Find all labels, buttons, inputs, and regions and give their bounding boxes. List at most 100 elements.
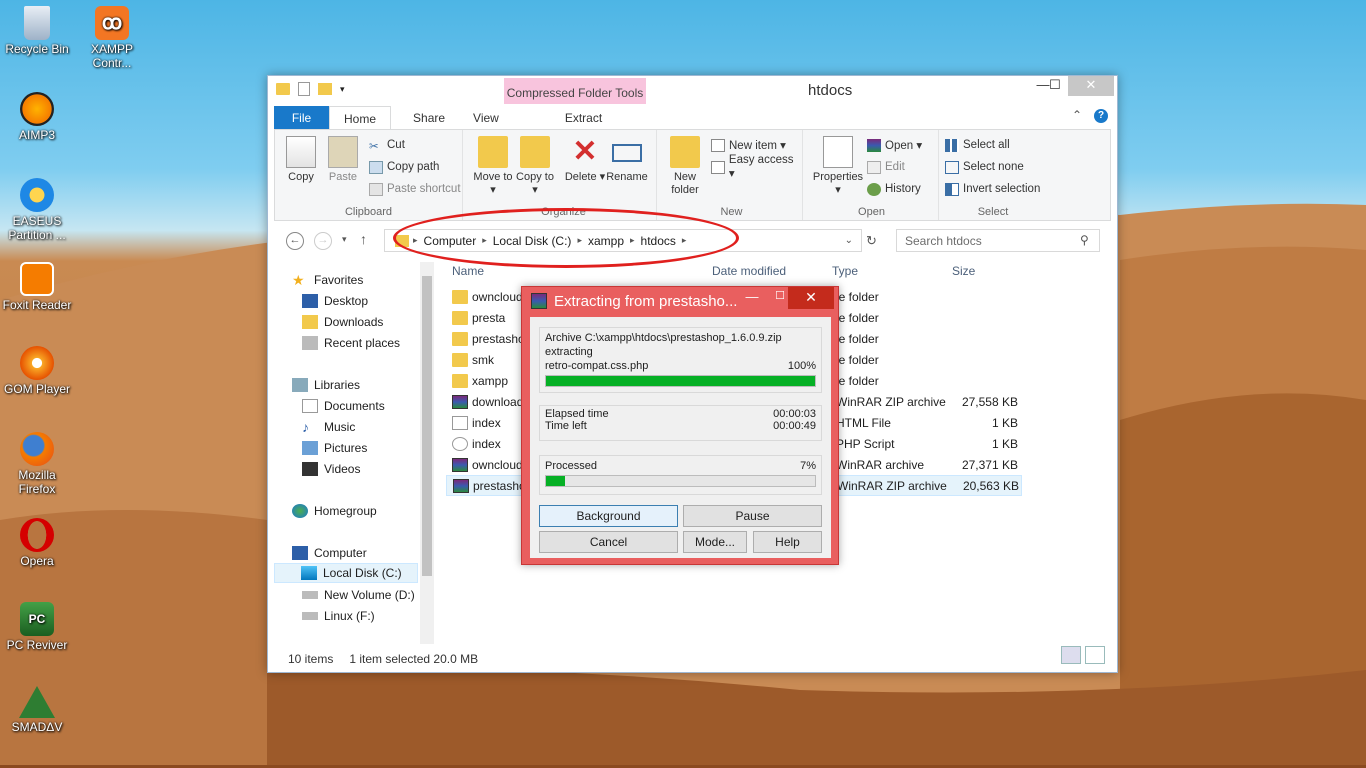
new-folder-button[interactable]: New folder <box>663 136 707 197</box>
folder-icon <box>452 352 468 367</box>
tab-home[interactable]: Home <box>329 106 392 130</box>
new-item-button[interactable]: New item ▾ <box>711 136 786 154</box>
select-none-button[interactable]: Select none <box>945 158 1024 176</box>
collapse-ribbon-icon[interactable]: ⌃ <box>1072 108 1082 122</box>
nav-documents[interactable]: Documents <box>302 396 385 416</box>
pause-button[interactable]: Pause <box>683 505 822 527</box>
elapsed-label: Elapsed time <box>545 408 609 420</box>
close-button[interactable]: ✕ <box>1068 76 1114 96</box>
maximize-button[interactable]: ☐ <box>1038 76 1072 96</box>
history-button[interactable]: History <box>867 180 921 198</box>
folder-icon <box>452 373 468 388</box>
total-progress-bar <box>545 475 816 487</box>
nav-new-volume[interactable]: New Volume (D:) <box>302 585 415 605</box>
nav-videos[interactable]: Videos <box>302 459 360 479</box>
desktop-icon-label: EASEUS Partition ... <box>8 214 66 242</box>
scrollbar-thumb[interactable] <box>422 276 432 576</box>
desktop-icon-firefox[interactable]: Mozilla Firefox <box>0 432 74 496</box>
status-bar: 10 items 1 item selected 20.0 MB <box>288 652 478 666</box>
maximize-button[interactable]: ☐ <box>770 289 790 302</box>
open-group: Properties ▾ Open ▾ Edit History Open <box>805 130 939 220</box>
tab-extract[interactable]: Extract <box>551 106 627 130</box>
nav-libraries[interactable]: Libraries <box>292 375 360 395</box>
tab-share[interactable]: Share <box>399 106 459 130</box>
file-type: le folder <box>836 289 879 304</box>
tab-view[interactable]: View <box>459 106 513 130</box>
customize-toolbar-icon[interactable]: ▾ <box>340 84 345 95</box>
invert-selection-button[interactable]: Invert selection <box>945 180 1040 198</box>
up-button[interactable]: ↑ <box>360 231 367 247</box>
nav-music[interactable]: ♪ Music <box>302 417 355 437</box>
folder-icon[interactable] <box>276 83 290 95</box>
paste-shortcut-button[interactable]: Paste shortcut <box>369 180 461 198</box>
file-name: presta <box>472 310 506 325</box>
column-name[interactable]: Name <box>452 264 484 278</box>
desktop-icon-recycle-bin[interactable]: Recycle Bin <box>0 6 74 56</box>
desktop-icon-xampp[interactable]: ꝏ XAMPP Contr... <box>75 6 149 70</box>
edit-icon <box>867 160 881 174</box>
ribbon: Copy Paste ✂ Cut Copy path Paste shortcu… <box>274 129 1111 221</box>
mode-button[interactable]: Mode... <box>683 531 747 553</box>
copy-button[interactable]: Copy <box>279 136 323 184</box>
desktop-icon-easeus[interactable]: EASEUS Partition ... <box>0 178 74 242</box>
action-label: extracting <box>545 346 593 358</box>
properties-icon[interactable] <box>298 82 310 96</box>
desktop-icon-opera[interactable]: Opera <box>0 518 74 568</box>
cancel-button[interactable]: Cancel <box>539 531 678 553</box>
move-to-button[interactable]: Move to ▾ <box>471 136 515 197</box>
recent-locations-icon[interactable]: ▾ <box>342 234 347 245</box>
copy-path-button[interactable]: Copy path <box>369 158 439 176</box>
large-icons-view-icon[interactable] <box>1085 646 1105 664</box>
compressed-folder-tools-tab[interactable]: Compressed Folder Tools <box>504 78 646 104</box>
nav-pictures[interactable]: Pictures <box>302 438 367 458</box>
nav-linux[interactable]: Linux (F:) <box>302 606 375 626</box>
forward-button[interactable]: → <box>314 232 332 250</box>
edit-button[interactable]: Edit <box>867 158 905 176</box>
music-icon: ♪ <box>302 419 309 435</box>
nav-favorites[interactable]: ★ Favorites <box>292 270 363 290</box>
details-view-icon[interactable] <box>1061 646 1081 664</box>
column-date-modified[interactable]: Date modified <box>712 264 786 278</box>
new-folder-icon[interactable] <box>318 83 332 95</box>
close-button[interactable]: ✕ <box>788 287 834 309</box>
chevron-down-icon[interactable]: ⌄ <box>845 235 853 246</box>
desktop-icon-smadav[interactable]: SMADΔV <box>0 686 74 734</box>
nav-desktop[interactable]: Desktop <box>302 291 368 311</box>
minimize-button[interactable]: — <box>742 289 762 304</box>
tab-file[interactable]: File <box>274 106 329 130</box>
desktop-icon-pc-reviver[interactable]: PC PC Reviver <box>0 602 74 652</box>
time-left-value: 00:00:49 <box>773 420 816 432</box>
refresh-icon[interactable]: ↻ <box>866 233 877 249</box>
desktop-icon-aimp[interactable]: AIMP3 <box>0 92 74 142</box>
delete-button[interactable]: ✕ Delete ▾ <box>563 136 607 184</box>
paste-button[interactable]: Paste <box>321 136 365 184</box>
column-size[interactable]: Size <box>952 264 975 278</box>
rename-button[interactable]: Rename <box>605 136 649 184</box>
processed-label: Processed <box>545 460 597 472</box>
desktop-icon-foxit[interactable]: Foxit Reader <box>0 262 74 312</box>
column-type[interactable]: Type <box>832 264 858 278</box>
copy-folder-icon <box>520 136 550 168</box>
help-button[interactable]: Help <box>753 531 822 553</box>
php-icon <box>452 436 468 451</box>
nav-local-disk[interactable]: Local Disk (C:) <box>274 563 418 583</box>
help-icon[interactable]: ? <box>1094 109 1108 123</box>
search-input[interactable]: Search htdocs <box>896 229 1100 252</box>
cut-button[interactable]: ✂ Cut <box>369 136 405 154</box>
nav-recent-places[interactable]: Recent places <box>302 333 400 353</box>
nav-downloads[interactable]: Downloads <box>302 312 383 332</box>
select-all-button[interactable]: Select all <box>945 136 1010 154</box>
file-type: le folder <box>836 310 879 325</box>
desktop-icon-gom[interactable]: GOM Player <box>0 346 74 396</box>
open-button[interactable]: Open ▾ <box>867 136 922 154</box>
easy-access-button[interactable]: Easy access ▾ <box>711 154 802 180</box>
desktop-icon-label: SMADΔV <box>11 720 63 734</box>
nav-scrollbar[interactable] <box>420 262 434 644</box>
background-button[interactable]: Background <box>539 505 678 527</box>
file-type: HTML File <box>836 415 891 430</box>
nav-homegroup[interactable]: Homegroup <box>292 501 377 521</box>
properties-button[interactable]: Properties ▾ <box>809 136 867 197</box>
back-button[interactable]: ← <box>286 232 304 250</box>
nav-computer[interactable]: Computer <box>292 543 367 563</box>
copy-to-button[interactable]: Copy to ▾ <box>513 136 557 197</box>
